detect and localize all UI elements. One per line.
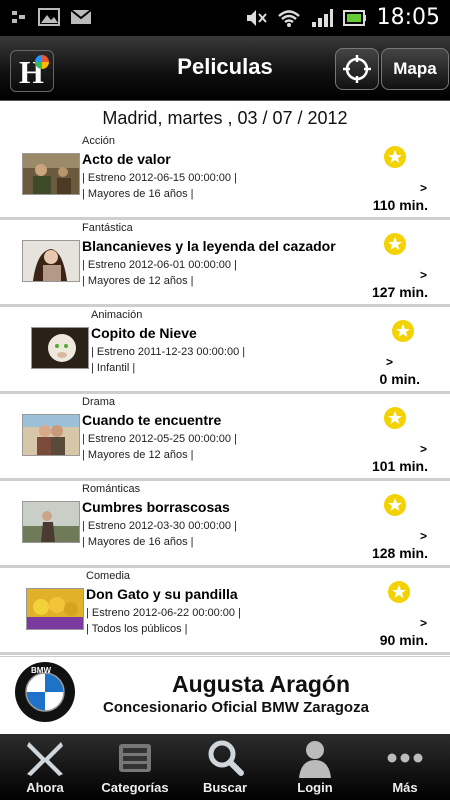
movie-rating: | Mayores de 16 años | — [82, 536, 194, 548]
movie-row[interactable]: Drama Cuando te encuentre | Estreno 2012… — [0, 394, 450, 481]
movie-genre: Acción — [82, 135, 116, 147]
status-bar: 18:05 — [0, 0, 450, 36]
gmail-icon — [70, 9, 92, 24]
movie-chevron[interactable]: > — [420, 181, 427, 195]
movie-rating: | Infantil | — [91, 362, 136, 374]
nav-label-login: Login — [297, 780, 333, 795]
bmw-logo-text: BMW — [31, 666, 51, 675]
favorite-star-icon[interactable] — [387, 580, 411, 604]
bottom-nav: Ahora Categorías Buscar Login Más — [0, 734, 450, 800]
movie-duration: 127 min. — [371, 284, 428, 300]
movie-duration: 110 min. — [372, 197, 428, 213]
movie-title: Cuando te encuentre — [82, 412, 222, 428]
favorite-star-icon[interactable] — [383, 493, 407, 517]
movie-release: | Estreno 2012-03-30 00:00:00 | — [82, 520, 237, 532]
movie-release: | Estreno 2011-12-23 00:00:00 | — [91, 346, 246, 358]
ad-banner[interactable]: BMW Augusta Aragón Concesionario Oficial… — [0, 656, 450, 735]
movie-chevron[interactable]: > — [420, 529, 427, 543]
movie-row[interactable]: Fantástica Blancanieves y la leyenda del… — [0, 220, 450, 307]
ahora-icon — [27, 742, 63, 776]
signal-icon — [311, 8, 333, 27]
movie-row[interactable]: Acción Acto de valor | Estreno 2012-06-1… — [0, 133, 450, 220]
bmw-logo-icon: BMW — [15, 662, 75, 722]
favorite-star-icon[interactable] — [383, 145, 407, 169]
movie-genre: Animación — [91, 309, 143, 321]
nav-item-login[interactable]: Login — [270, 734, 360, 800]
gallery-icon — [38, 8, 60, 26]
movie-poster-image — [22, 153, 80, 195]
movie-rating: | Mayores de 12 años | — [82, 449, 194, 461]
movie-release: | Estreno 2012-05-25 00:00:00 | — [82, 433, 237, 445]
movie-row[interactable]: Románticas Cumbres borrascosas | Estreno… — [0, 481, 450, 568]
nav-label-categorias: Categorías — [101, 780, 169, 795]
nav-item-categorias[interactable]: Categorías — [90, 734, 180, 800]
movie-rating: | Todos los públicos | — [86, 623, 188, 635]
movie-genre: Drama — [82, 396, 116, 408]
movie-chevron[interactable]: > — [420, 616, 427, 630]
nav-item-buscar[interactable]: Buscar — [180, 734, 270, 800]
movie-title: Don Gato y su pandilla — [86, 586, 238, 602]
movie-rating: | Mayores de 12 años | — [82, 275, 194, 287]
movie-title: Cumbres borrascosas — [82, 499, 230, 515]
nav-label-ahora: Ahora — [26, 780, 64, 795]
movie-duration: 90 min. — [379, 632, 428, 648]
movie-title: Acto de valor — [82, 151, 171, 167]
movie-rating: | Mayores de 16 años | — [82, 188, 194, 200]
nav-item-mas[interactable]: Más — [360, 734, 450, 800]
usb-debug-icon — [12, 11, 25, 23]
categories-icon — [119, 744, 151, 772]
mute-icon — [246, 9, 267, 26]
movie-genre: Románticas — [82, 483, 141, 495]
date-line: Madrid, martes , 03 / 07 / 2012 — [102, 108, 348, 128]
movie-genre: Comedia — [86, 570, 131, 582]
movie-poster-image — [26, 588, 84, 630]
movie-genre: Fantástica — [82, 222, 133, 234]
map-button[interactable]: Mapa — [381, 48, 449, 90]
movie-chevron[interactable]: > — [386, 355, 393, 369]
movie-poster-image — [22, 414, 80, 456]
ad-subtitle: Concesionario Oficial BMW Zaragoza — [103, 699, 369, 716]
search-icon — [208, 740, 244, 776]
movie-row[interactable]: Comedia Don Gato y su pandilla | Estreno… — [0, 568, 450, 655]
nav-label-mas: Más — [392, 780, 418, 795]
nav-item-ahora[interactable]: Ahora — [0, 734, 90, 800]
battery-icon — [342, 9, 366, 26]
app-header: H Peliculas Mapa — [0, 36, 450, 101]
status-clock: 18:05 — [376, 5, 440, 30]
movie-poster-image — [31, 327, 89, 369]
wifi-icon — [277, 9, 300, 27]
movie-chevron[interactable]: > — [420, 268, 427, 282]
movie-title: Blancanieves y la leyenda del cazador — [82, 238, 336, 254]
more-icon — [387, 753, 423, 763]
movie-row[interactable]: Animación Copito de Nieve | Estreno 2011… — [0, 307, 450, 394]
crosshair-icon — [343, 55, 371, 83]
movie-duration: 0 min. — [379, 371, 420, 387]
movie-list: Acción Acto de valor | Estreno 2012-06-1… — [0, 133, 450, 655]
locate-button[interactable] — [335, 48, 379, 90]
movie-release: | Estreno 2012-06-01 00:00:00 | — [82, 259, 237, 271]
favorite-star-icon[interactable] — [383, 232, 407, 256]
nav-label-buscar: Buscar — [202, 780, 248, 795]
movie-duration: 101 min. — [371, 458, 428, 474]
movie-poster-image — [22, 501, 80, 543]
user-icon — [299, 741, 331, 778]
movie-release: | Estreno 2012-06-22 00:00:00 | — [86, 607, 241, 619]
movie-title: Copito de Nieve — [91, 325, 197, 341]
favorite-star-icon[interactable] — [391, 319, 415, 343]
favorite-star-icon[interactable] — [383, 406, 407, 430]
movie-duration: 128 min. — [371, 545, 428, 561]
movie-poster-image — [22, 240, 80, 282]
ad-title: Augusta Aragón — [171, 671, 351, 697]
movie-chevron[interactable]: > — [420, 442, 427, 456]
movie-release: | Estreno 2012-06-15 00:00:00 | — [82, 172, 237, 184]
